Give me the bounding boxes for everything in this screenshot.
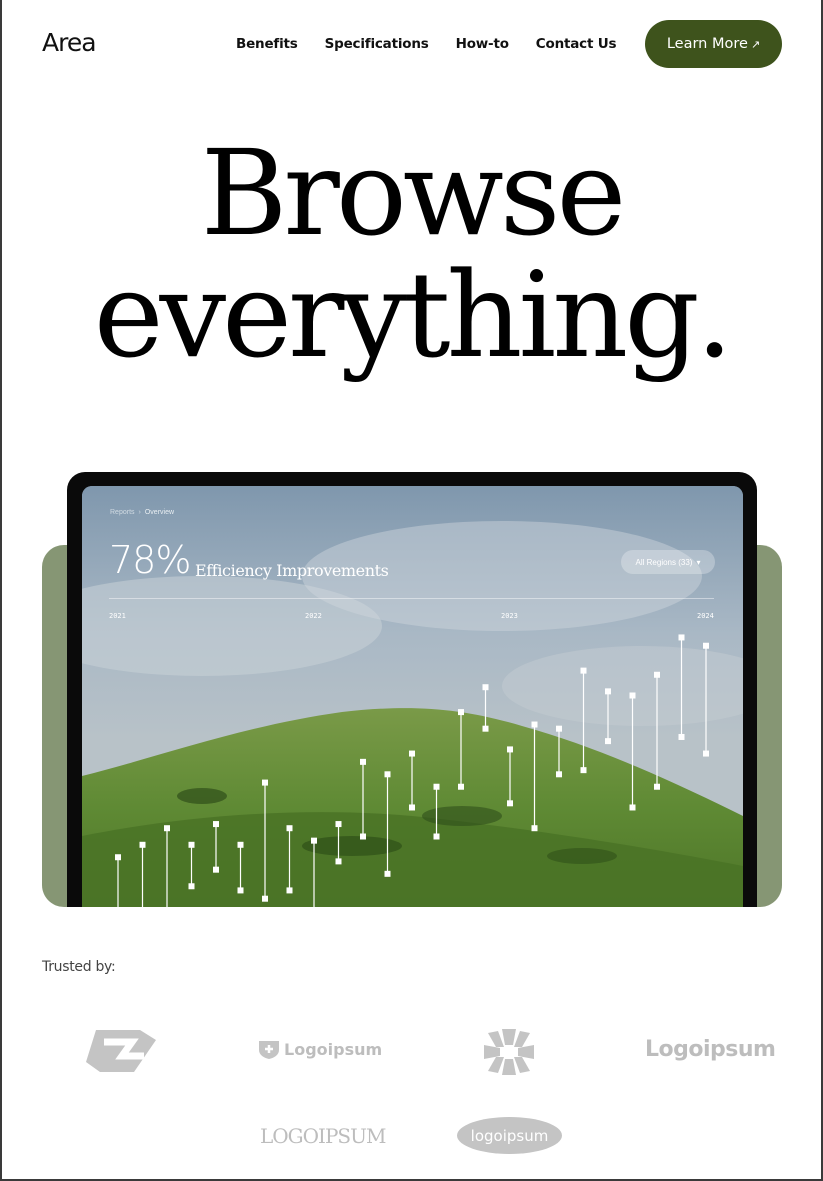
range-high-marker[interactable]	[384, 771, 391, 778]
trusted-by-label: Trusted by:	[42, 959, 116, 975]
range-high-marker[interactable]	[458, 709, 464, 716]
range-high-marker[interactable]	[164, 825, 170, 832]
range-high-marker[interactable]	[605, 688, 611, 695]
range-low-marker[interactable]	[213, 866, 219, 873]
range-high-marker[interactable]	[531, 721, 538, 728]
brand-logo[interactable]: Area	[42, 28, 97, 57]
nav-contact-us[interactable]: Contact Us	[536, 36, 617, 52]
range-low-marker[interactable]	[433, 833, 440, 840]
partner-mark-icon	[86, 1030, 156, 1072]
nav-specifications[interactable]: Specifications	[325, 36, 429, 52]
arrow-up-right-icon: ↗	[750, 37, 761, 51]
range-high-marker[interactable]	[678, 634, 685, 641]
range-high-marker[interactable]	[482, 684, 489, 691]
range-low-marker[interactable]	[531, 825, 538, 832]
range-high-marker[interactable]	[556, 725, 562, 732]
flower-icon	[484, 1029, 534, 1075]
range-high-marker[interactable]	[703, 642, 709, 649]
range-low-marker[interactable]	[237, 887, 244, 894]
range-low-marker[interactable]	[335, 858, 342, 865]
partner-logo-1	[82, 1028, 160, 1074]
range-low-marker[interactable]	[556, 771, 562, 778]
range-high-marker[interactable]	[507, 746, 513, 753]
partner-logo-4: Logoipsum	[645, 1037, 776, 1062]
hero-title-line2: everything.	[93, 246, 734, 384]
range-high-marker[interactable]	[335, 821, 342, 828]
main-nav: Benefits Specifications How-to Contact U…	[236, 36, 643, 52]
range-low-marker[interactable]	[507, 800, 513, 807]
range-low-marker[interactable]	[360, 833, 366, 840]
nav-benefits[interactable]: Benefits	[236, 36, 298, 52]
shield-icon	[259, 1041, 279, 1059]
range-high-marker[interactable]	[237, 841, 244, 848]
range-high-marker[interactable]	[311, 837, 317, 844]
range-chart	[115, 634, 709, 907]
learn-more-label: Learn More	[666, 36, 748, 52]
range-high-marker[interactable]	[629, 692, 636, 699]
range-low-marker[interactable]	[482, 725, 489, 732]
dashboard-screen: Reports › Overview 78% Efficiency Improvem…	[82, 486, 743, 907]
range-low-marker[interactable]	[580, 767, 587, 774]
range-low-marker[interactable]	[629, 804, 636, 811]
hero-title-line1: Browse	[200, 124, 627, 262]
range-low-marker[interactable]	[409, 804, 415, 811]
range-low-marker[interactable]	[384, 870, 391, 877]
range-high-marker[interactable]	[286, 825, 293, 832]
partner-logo-2: Logoipsum	[258, 1038, 382, 1060]
range-high-marker[interactable]	[360, 758, 366, 765]
range-low-marker[interactable]	[286, 887, 293, 894]
range-low-marker[interactable]	[605, 738, 611, 745]
range-high-marker[interactable]	[654, 671, 660, 678]
partner-logo-6: logoipsum	[457, 1117, 562, 1154]
partner-logo-3	[484, 1029, 534, 1075]
range-low-marker[interactable]	[703, 750, 709, 757]
range-low-marker[interactable]	[654, 783, 660, 790]
range-high-marker[interactable]	[580, 667, 587, 674]
range-high-marker[interactable]	[139, 841, 146, 848]
nav-how-to[interactable]: How-to	[456, 36, 509, 52]
range-low-marker[interactable]	[458, 783, 464, 790]
range-high-marker[interactable]	[433, 783, 440, 790]
range-high-marker[interactable]	[115, 854, 121, 861]
range-high-marker[interactable]	[262, 779, 268, 786]
range-high-marker[interactable]	[213, 821, 219, 828]
partner-logo-2-text: Logoipsum	[284, 1039, 383, 1059]
range-low-marker[interactable]	[188, 883, 195, 890]
learn-more-button[interactable]: Learn More ↗	[645, 20, 782, 68]
range-low-marker[interactable]	[262, 895, 268, 902]
range-high-marker[interactable]	[409, 750, 415, 757]
range-high-marker[interactable]	[188, 841, 195, 848]
partner-logo-5: LOGOIPSUM	[260, 1124, 386, 1148]
range-low-marker[interactable]	[678, 733, 685, 740]
